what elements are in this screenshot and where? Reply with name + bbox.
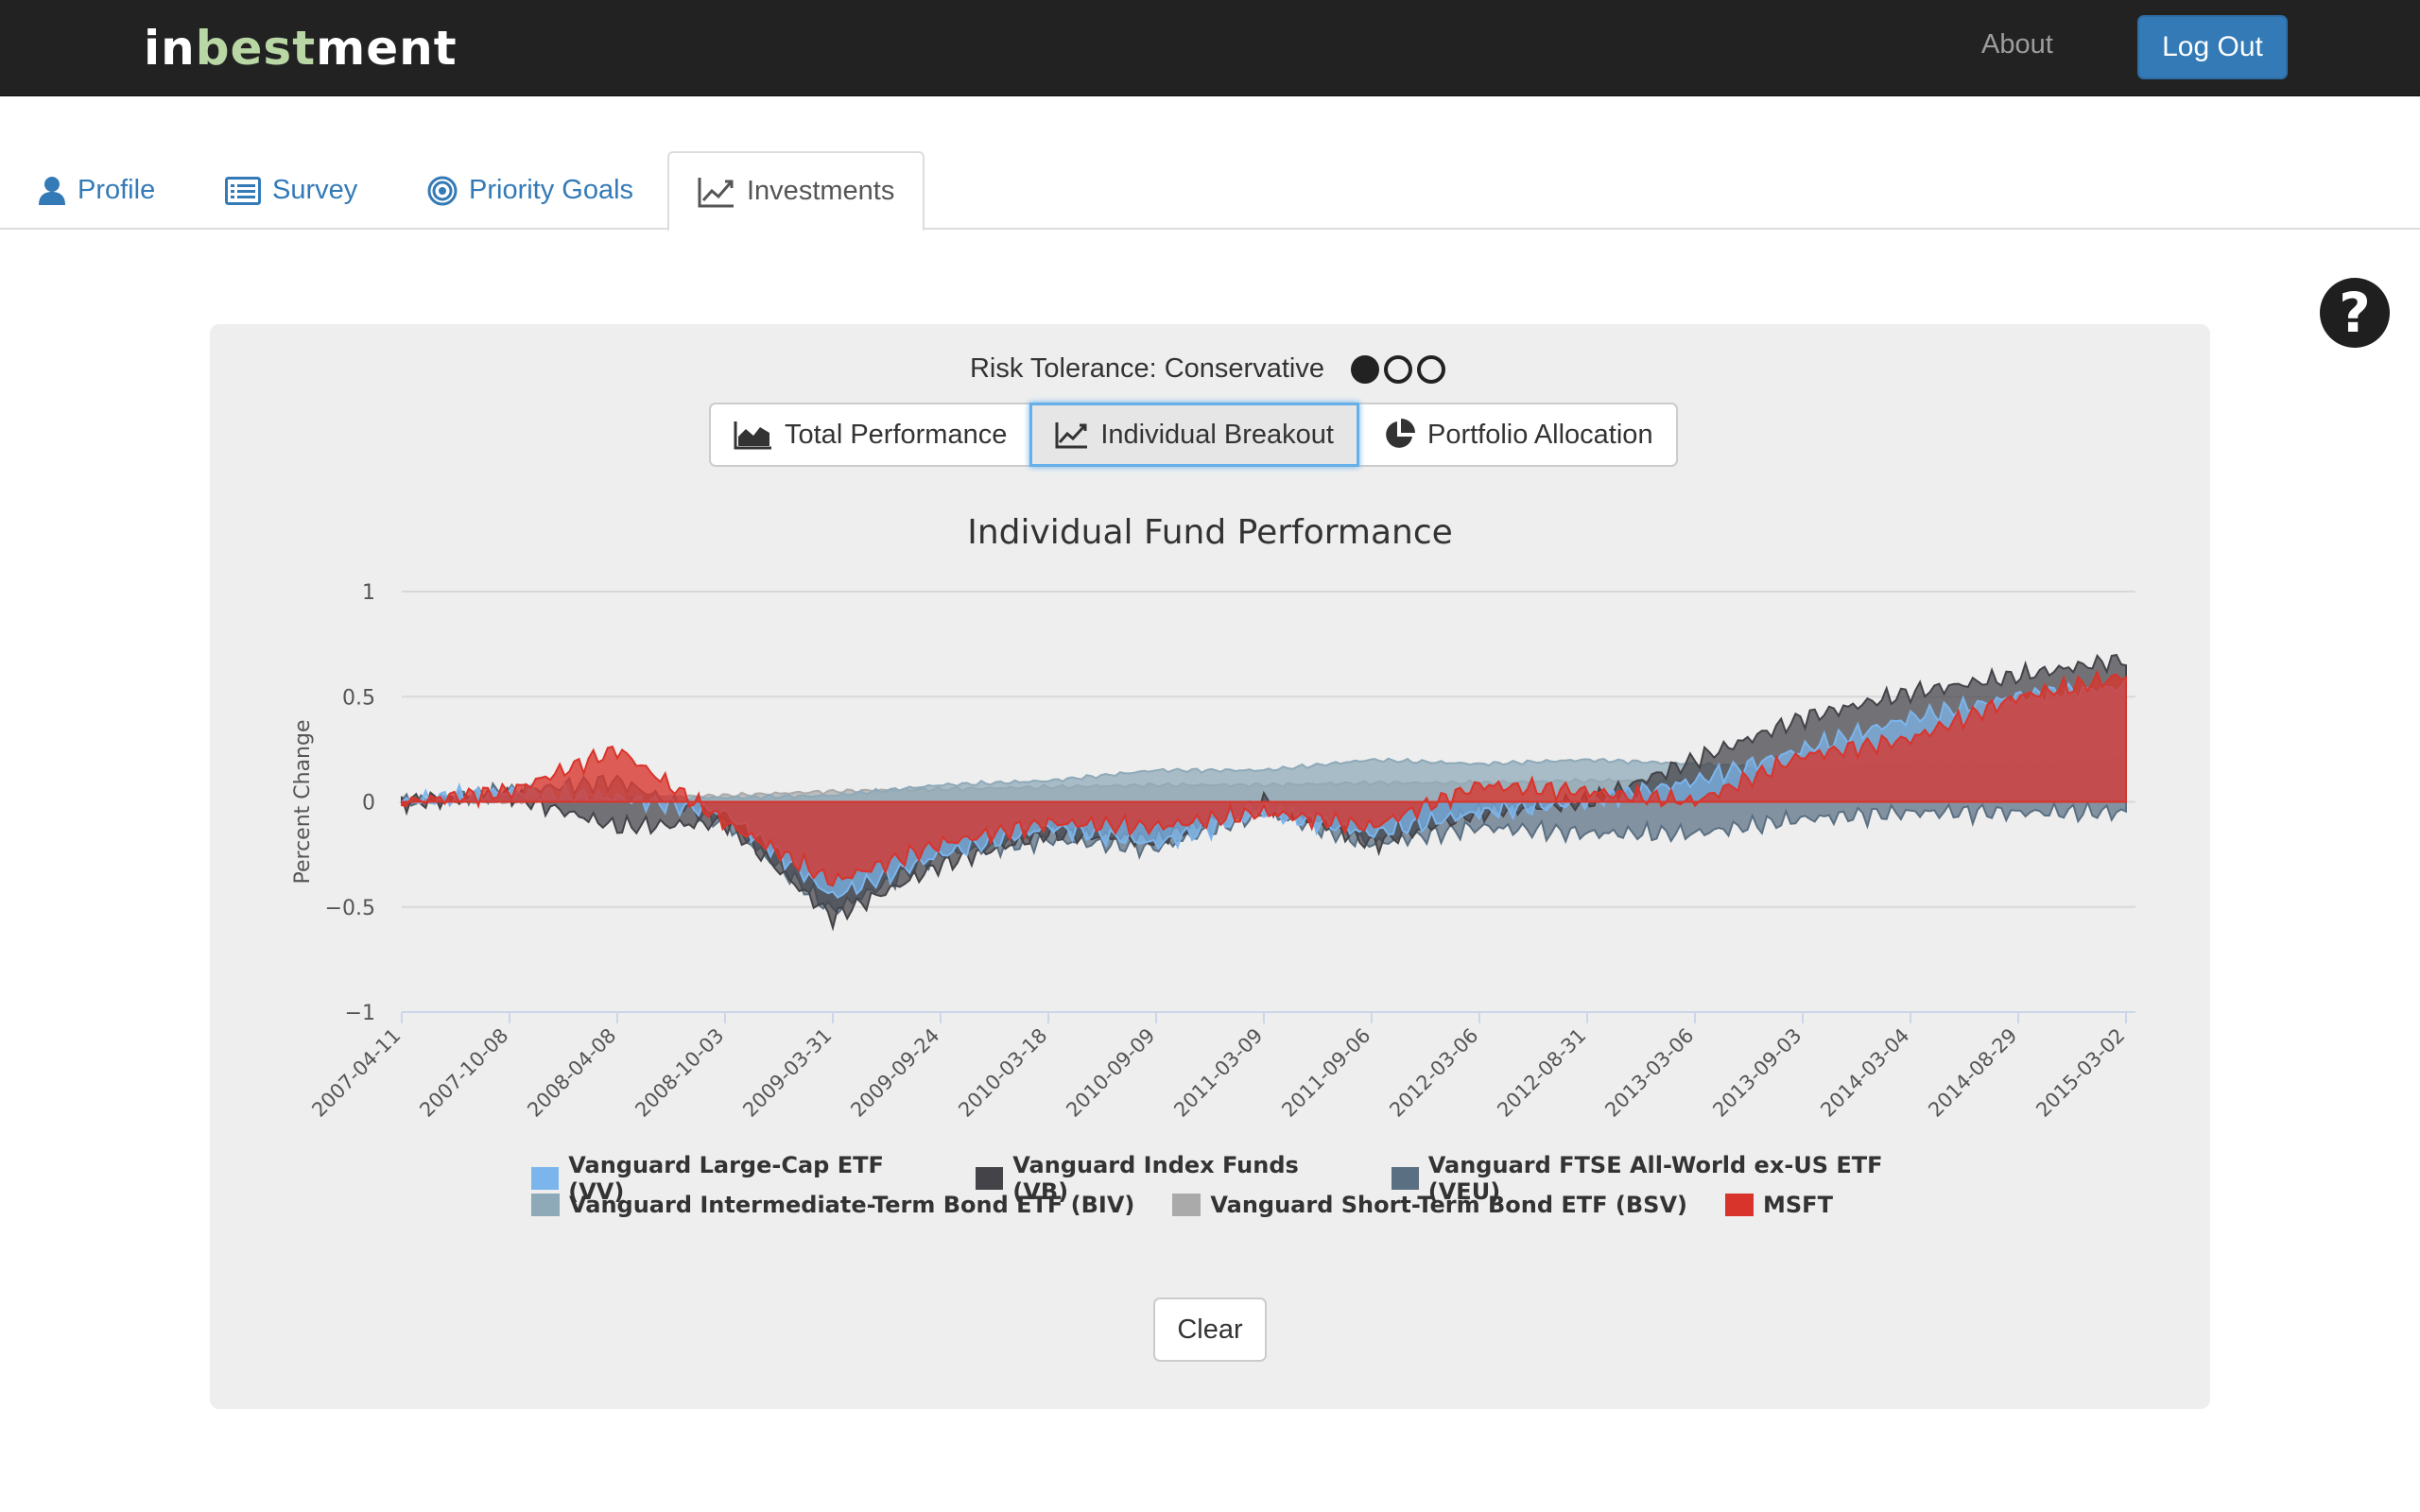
x-tick-label: 2007-10-08 (415, 1024, 512, 1122)
legend-label: Vanguard Intermediate-Term Bond ETF (BIV… (569, 1192, 1135, 1218)
x-tick-label: 2015-03-02 (2031, 1024, 2129, 1122)
legend-swatch (1391, 1167, 1419, 1190)
user-icon (39, 176, 65, 205)
legend-label: MSFT (1763, 1192, 1833, 1218)
x-tick-label: 2007-04-11 (307, 1024, 405, 1122)
y-tick-label: −0.5 (325, 897, 375, 920)
y-tick-label: 1 (362, 581, 375, 605)
main-tabs: Profile Survey Priority Goals Investment… (0, 151, 2420, 232)
y-tick-label: −1 (345, 1002, 375, 1025)
x-tick-label: 2014-03-04 (1816, 1024, 1913, 1122)
individual-breakout-button[interactable]: Individual Breakout (1029, 403, 1359, 467)
y-tick-label: 0.5 (342, 686, 375, 710)
legend-item[interactable]: Vanguard Short-Term Bond ETF (BSV) (1172, 1192, 1687, 1218)
x-tick-label: 2008-04-08 (523, 1024, 620, 1122)
x-tick-label: 2010-09-09 (1062, 1024, 1159, 1122)
y-tick-label: 0 (362, 792, 375, 816)
button-label: Individual Breakout (1100, 419, 1334, 450)
legend-row: Vanguard Intermediate-Term Bond ETF (BIV… (531, 1192, 1949, 1218)
top-navbar: inbestment About Log Out (0, 0, 2420, 96)
legend-swatch (1725, 1194, 1754, 1216)
tab-survey[interactable]: Survey (197, 151, 386, 230)
investments-panel: Risk Tolerance: Conservative Total Perfo… (210, 324, 2210, 1409)
legend-item[interactable]: Vanguard Intermediate-Term Bond ETF (BIV… (531, 1192, 1134, 1218)
tab-label: Investments (747, 176, 895, 206)
list-icon (225, 176, 261, 205)
brand-logo[interactable]: inbestment (144, 25, 458, 72)
x-tick-label: 2008-10-03 (631, 1024, 728, 1122)
line-chart-icon (698, 177, 734, 207)
legend-item[interactable]: MSFT (1725, 1192, 1833, 1218)
help-icon[interactable]: ? (2320, 278, 2390, 348)
tab-profile[interactable]: Profile (9, 151, 183, 230)
brand-logo-part: ment (316, 21, 458, 76)
tab-priority-goals[interactable]: Priority Goals (399, 151, 662, 230)
x-tick-label: 2013-03-06 (1600, 1024, 1698, 1122)
legend-swatch (531, 1194, 560, 1216)
tab-label: Profile (78, 175, 156, 205)
target-icon (427, 176, 458, 205)
x-tick-label: 2012-08-31 (1493, 1024, 1590, 1122)
about-link[interactable]: About (1981, 29, 2053, 60)
clear-button[interactable]: Clear (1153, 1297, 1267, 1362)
chart-legend: Vanguard Large-Cap ETF (VV) Vanguard Inde… (531, 1152, 1949, 1218)
x-tick-label: 2011-03-09 (1169, 1024, 1267, 1122)
legend-swatch (976, 1167, 1004, 1190)
brand-logo-part: in (144, 21, 196, 76)
tab-investments[interactable]: Investments (667, 151, 925, 232)
x-tick-label: 2009-09-24 (846, 1024, 943, 1122)
logout-button[interactable]: Log Out (2137, 15, 2288, 79)
legend-label: Vanguard Short-Term Bond ETF (BSV) (1210, 1192, 1688, 1218)
brand-logo-highlight: best (195, 21, 317, 76)
legend-swatch (531, 1167, 560, 1190)
y-axis-title: Percent Change (291, 719, 315, 884)
legend-row: Vanguard Large-Cap ETF (VV) Vanguard Inde… (531, 1152, 1949, 1205)
x-tick-label: 2012-03-06 (1385, 1024, 1482, 1122)
x-tick-label: 2009-03-31 (738, 1024, 836, 1122)
tab-label: Survey (272, 175, 358, 205)
x-tick-label: 2010-03-18 (954, 1024, 1051, 1122)
tab-label: Priority Goals (469, 175, 634, 205)
x-tick-label: 2013-09-03 (1708, 1024, 1806, 1122)
x-tick-label: 2011-09-06 (1277, 1024, 1374, 1122)
legend-swatch (1172, 1194, 1201, 1216)
x-tick-label: 2014-08-29 (1924, 1024, 2021, 1122)
line-chart-icon (1055, 422, 1088, 449)
